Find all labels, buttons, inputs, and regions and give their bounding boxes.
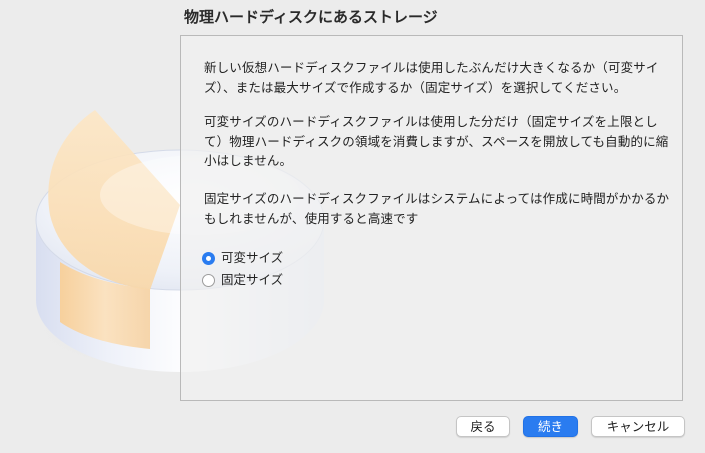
radio-button-fixed[interactable] <box>202 273 215 287</box>
size-type-radio-group: 可変サイズ 固定サイズ <box>202 247 283 291</box>
storage-type-dialog: 物理ハードディスクにあるストレージ 新しい仮想ハードディスクファイルは使用したぶ… <box>0 0 705 453</box>
radio-label-dynamic: 可変サイズ <box>221 250 284 265</box>
description-paragraph: 新しい仮想ハードディスクファイルは使用したぶんだけ大きくなるか（可変サイズ）、ま… <box>204 60 659 95</box>
radio-option-dynamic[interactable]: 可変サイズ <box>202 247 283 269</box>
next-button[interactable]: 続き <box>523 416 578 437</box>
dynamic-size-description: 可変サイズのハードディスクファイルは使用した分だけ（固定サイズを上限として）物理… <box>204 114 669 168</box>
radio-button-dynamic[interactable] <box>202 251 215 265</box>
radio-option-fixed[interactable]: 固定サイズ <box>202 269 283 291</box>
back-button[interactable]: 戻る <box>456 416 510 437</box>
cancel-button[interactable]: キャンセル <box>591 416 685 437</box>
page-title: 物理ハードディスクにあるストレージ <box>184 8 438 26</box>
content-panel: 新しい仮想ハードディスクファイルは使用したぶんだけ大きくなるか（可変サイズ）、ま… <box>180 35 683 401</box>
radio-label-fixed: 固定サイズ <box>221 272 284 287</box>
fixed-size-description: 固定サイズのハードディスクファイルはシステムによっては作成に時間がかかるかもしれ… <box>204 191 670 226</box>
